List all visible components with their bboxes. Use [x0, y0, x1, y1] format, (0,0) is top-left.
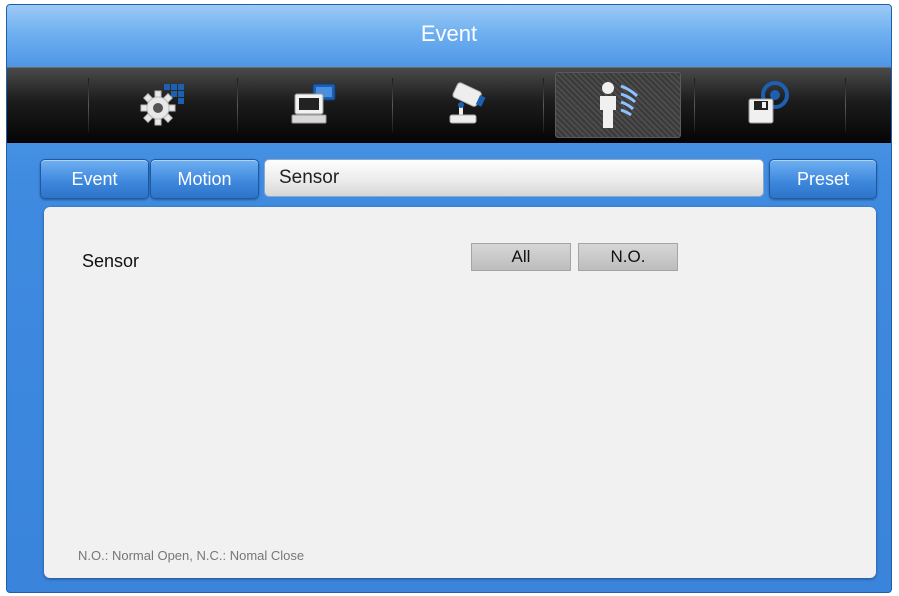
- legend-footnote: N.O.: Normal Open, N.C.: Nomal Close: [78, 548, 305, 563]
- sensor-label: Sensor: [82, 251, 140, 271]
- storage-disk-icon: [748, 81, 789, 124]
- sensor-all-button[interactable]: All: [471, 243, 571, 271]
- event-person-motion-icon: [600, 82, 639, 128]
- toolbar-separator: [237, 78, 238, 132]
- toolbar-event-button[interactable]: [555, 72, 681, 138]
- window-title: Event: [7, 5, 891, 67]
- network-computer-icon: [291, 83, 336, 124]
- toolbar-separator: [694, 78, 695, 132]
- ptz-camera-joystick-icon: [449, 82, 486, 124]
- toolbar-separator: [543, 78, 544, 132]
- toolbar-ptz-button[interactable]: [405, 72, 529, 136]
- toolbar-storage-button[interactable]: [706, 72, 830, 136]
- main-toolbar: [7, 67, 891, 143]
- toolbar-system-button[interactable]: [102, 72, 226, 136]
- tab-event[interactable]: Event: [40, 159, 149, 199]
- system-gear-grid-icon: [140, 84, 184, 126]
- sensor-mode-button[interactable]: N.O.: [578, 243, 678, 271]
- toolbar-separator: [392, 78, 393, 132]
- toolbar-network-button[interactable]: [252, 72, 376, 136]
- tab-sensor-current: Sensor: [264, 159, 764, 197]
- toolbar-separator: [845, 78, 846, 132]
- toolbar-separator: [88, 78, 89, 132]
- sensor-settings-panel: Sensor All N.O. N.O.: Normal Open, N.C.:…: [44, 207, 876, 578]
- tab-preset[interactable]: Preset: [769, 159, 877, 199]
- tab-motion[interactable]: Motion: [150, 159, 259, 199]
- event-window: Event Event Motion Sensor Preset Sensor …: [6, 4, 892, 593]
